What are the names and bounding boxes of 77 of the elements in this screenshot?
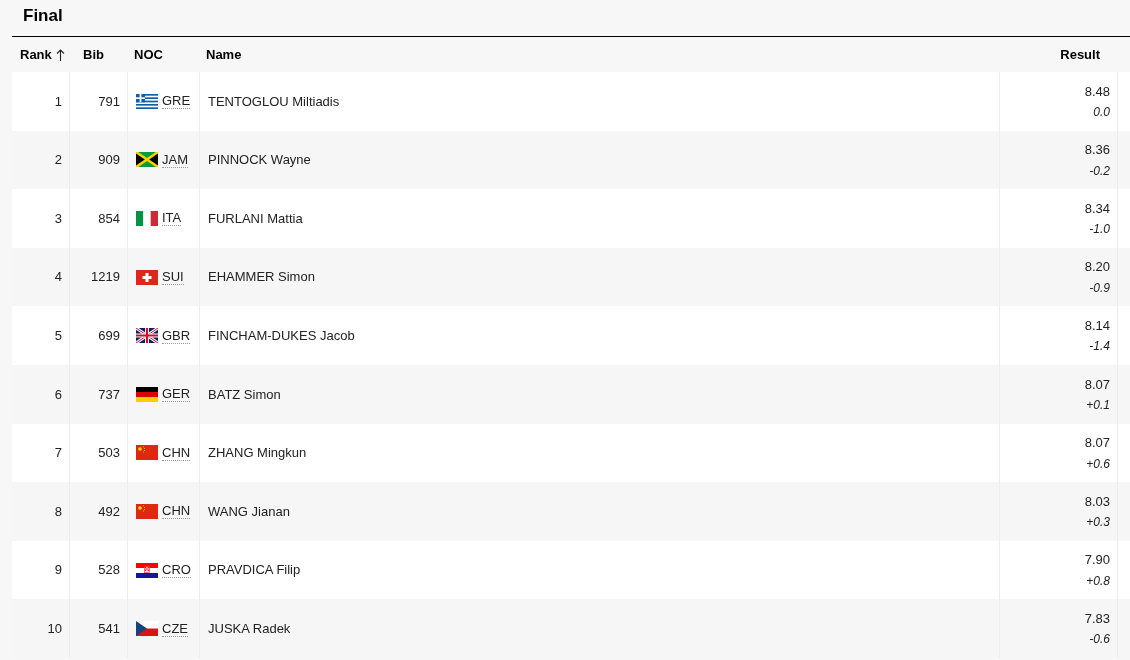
result-mark: 8.20 <box>1084 258 1110 277</box>
athlete-name: FURLANI Mattia <box>208 209 303 228</box>
athlete-name: EHAMMER Simon <box>208 268 315 287</box>
flag-icon <box>136 328 158 344</box>
rank-text: 3 <box>54 209 62 228</box>
bib-text: 492 <box>98 502 120 521</box>
athlete-name: FINCHAM-DUKES Jacob <box>208 326 355 345</box>
athlete-name: PINNOCK Wayne <box>208 151 311 170</box>
result-mark: 8.03 <box>1084 492 1110 511</box>
rank-text: 1 <box>54 92 62 111</box>
result-mark: 8.07 <box>1084 375 1110 394</box>
rank-text: 9 <box>54 561 62 580</box>
flag-icon <box>136 445 158 461</box>
column-header[interactable]: Bib <box>83 44 104 65</box>
bib-text: 854 <box>98 209 120 228</box>
athlete-name: BATZ Simon <box>208 385 281 404</box>
bib-text: 1219 <box>91 268 120 287</box>
rank-text: 5 <box>54 326 62 345</box>
result-mark: 8.14 <box>1084 316 1110 335</box>
country-code: GRE <box>162 93 191 110</box>
wind-reading: -0.9 <box>1089 279 1110 297</box>
athlete-name: ZHANG Mingkun <box>208 444 307 463</box>
athlete-name: JUSKA Radek <box>208 619 291 638</box>
wind-reading: -1.4 <box>1089 338 1110 356</box>
country-code: ITA <box>162 210 182 227</box>
bib-text: 791 <box>98 92 120 111</box>
country-code: CHN <box>162 503 191 520</box>
bib-text: 541 <box>98 619 120 638</box>
column-header[interactable]: NOC <box>134 44 163 65</box>
result-mark: 8.07 <box>1084 434 1110 453</box>
result-mark: 8.34 <box>1084 199 1110 218</box>
flag-icon <box>136 93 158 109</box>
wind-reading: +0.1 <box>1086 397 1110 414</box>
bib-text: 909 <box>98 151 120 170</box>
wind-reading: 0.0 <box>1093 104 1110 122</box>
rank-text: 4 <box>54 268 62 287</box>
column-header[interactable]: Rank <box>20 44 65 65</box>
rank-text: 8 <box>54 502 62 521</box>
result-mark: 8.48 <box>1084 82 1110 101</box>
flag-icon <box>136 152 158 168</box>
flag-icon <box>136 211 158 226</box>
rank-text: 10 <box>47 619 62 638</box>
column-header[interactable]: Result <box>1060 44 1100 65</box>
wind-reading: +0.8 <box>1086 572 1110 590</box>
rank-text: 6 <box>54 385 62 404</box>
result-mark: 7.83 <box>1084 609 1110 628</box>
wind-reading: +0.3 <box>1086 514 1110 532</box>
athlete-name: WANG Jianan <box>208 502 290 521</box>
country-code: SUI <box>162 269 184 286</box>
country-code: GER <box>162 386 191 403</box>
wind-reading: +0.6 <box>1086 455 1110 473</box>
flag-icon <box>136 386 158 402</box>
bib-text: 699 <box>98 326 120 345</box>
flag-icon <box>136 621 158 637</box>
country-code: CHN <box>162 444 191 461</box>
result-mark: 7.90 <box>1084 551 1110 570</box>
wind-reading: -0.6 <box>1089 631 1110 649</box>
country-code: CZE <box>162 620 188 637</box>
country-code: GBR <box>162 327 191 344</box>
country-code: CRO <box>162 562 191 579</box>
flag-icon <box>136 503 158 519</box>
sort-arrow-icon <box>55 48 65 61</box>
rank-text: 2 <box>54 151 62 170</box>
athlete-name: TENTOGLOU Miltiadis <box>208 92 340 111</box>
rank-text: 7 <box>54 444 62 463</box>
bib-text: 503 <box>98 444 120 463</box>
bib-text: 528 <box>98 561 120 580</box>
flag-icon <box>136 562 158 578</box>
result-mark: 8.36 <box>1084 141 1110 160</box>
flag-icon <box>136 269 158 285</box>
bib-text: 737 <box>98 385 120 404</box>
athlete-name: PRAVDICA Filip <box>208 561 301 580</box>
wind-reading: -0.2 <box>1089 162 1110 180</box>
column-header[interactable]: Name <box>206 44 242 65</box>
wind-reading: -1.0 <box>1089 221 1110 239</box>
section-title: Final <box>23 5 63 27</box>
country-code: JAM <box>162 151 188 168</box>
